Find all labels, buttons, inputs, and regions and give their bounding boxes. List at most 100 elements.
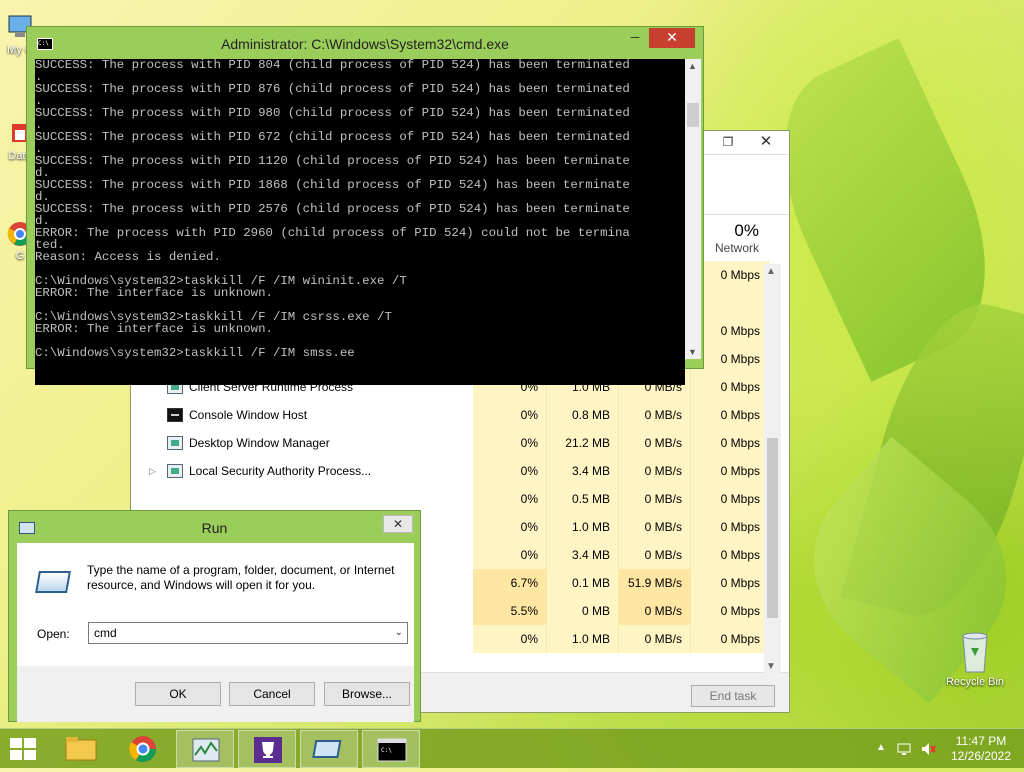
cmd-title: Administrator: C:\Windows\System32\cmd.e…	[221, 36, 509, 52]
process-row[interactable]: 0% 3.4 MB 0 MB/s 0 Mbps ▷ Local Security Auth…	[131, 457, 775, 485]
process-disk-cell: 0 MB/s	[619, 625, 691, 653]
process-cpu-cell: 0%	[473, 401, 547, 429]
clock-time: 11:47 PM	[955, 734, 1007, 748]
process-cpu-cell: 0%	[473, 457, 547, 485]
process-cpu-cell: 5.5%	[473, 597, 547, 625]
taskbar-cmd[interactable]: C:\	[362, 730, 420, 768]
process-cpu-cell: 0%	[473, 429, 547, 457]
process-cpu-cell: 0%	[473, 625, 547, 653]
process-list-scrollbar[interactable]: ▲ ▼	[764, 264, 781, 674]
restore-icon[interactable]: ❐	[713, 131, 743, 155]
process-row[interactable]: 0% 21.2 MB 0 MB/s 0 Mbps Desktop Window Mana…	[131, 429, 775, 457]
chevron-down-icon[interactable]: ⌄	[395, 623, 403, 643]
run-description: Type the name of a program, folder, docu…	[87, 563, 395, 592]
run-program-icon	[35, 571, 71, 593]
process-disk-cell: 0 MB/s	[619, 401, 691, 429]
process-icon	[167, 436, 183, 450]
windows-logo-pane	[24, 738, 36, 748]
scrollbar-thumb[interactable]	[767, 438, 778, 618]
svg-text:C:\: C:\	[381, 747, 392, 754]
run-button-bar: OK Cancel Browse...	[17, 666, 414, 722]
run-icon	[312, 740, 342, 758]
network-icon[interactable]	[896, 741, 912, 757]
process-row[interactable]: 0% 0.8 MB 0 MB/s 0 Mbps Console Window Host	[131, 401, 775, 429]
task-manager-icon	[192, 738, 220, 762]
start-button[interactable]	[10, 738, 38, 762]
process-disk-cell: 0 MB/s	[619, 541, 691, 569]
process-net-cell: 0 Mbps	[691, 625, 769, 653]
process-disk-cell: 0 MB/s	[619, 429, 691, 457]
process-disk-cell: 0 MB/s	[619, 597, 691, 625]
volume-muted-icon[interactable]	[920, 741, 936, 757]
cmd-titlebar[interactable]: C:\ Administrator: C:\Windows\System32\c…	[27, 27, 703, 59]
process-cpu-cell: 6.7%	[473, 569, 547, 597]
taskbar-run[interactable]	[300, 730, 358, 768]
process-net-cell: 0 Mbps	[691, 541, 769, 569]
process-name: Desktop Window Manager	[189, 436, 330, 450]
minimize-icon[interactable]: ─	[621, 28, 649, 48]
cancel-button[interactable]: Cancel	[229, 682, 315, 706]
process-icon	[167, 464, 183, 478]
expand-arrow-icon[interactable]: ▷	[149, 457, 156, 485]
process-name: Local Security Authority Process...	[189, 464, 372, 478]
taskbar-chrome[interactable]	[114, 730, 172, 768]
open-combobox[interactable]: cmd ⌄	[88, 622, 408, 644]
process-net-cell: 0 Mbps	[691, 457, 769, 485]
close-icon[interactable]: ✕	[743, 131, 789, 155]
open-label: Open:	[37, 627, 70, 641]
process-cpu-cell: 0%	[473, 541, 547, 569]
windows-logo-pane	[10, 750, 22, 760]
scroll-up-icon[interactable]: ▲	[688, 61, 697, 71]
process-net-cell: 0 Mbps	[691, 513, 769, 541]
taskbar-file-explorer[interactable]	[52, 730, 110, 768]
process-net-cell: 0 Mbps	[691, 597, 769, 625]
recycle-bin-icon	[962, 632, 988, 673]
scroll-down-icon[interactable]: ▼	[688, 347, 697, 357]
console-output[interactable]: SUCCESS: The process with PID 804 (child…	[35, 59, 685, 385]
ok-button[interactable]: OK	[135, 682, 221, 706]
chrome-icon	[129, 736, 157, 763]
process-disk-cell: 0 MB/s	[619, 513, 691, 541]
browse-button[interactable]: Browse...	[324, 682, 410, 706]
run-dialog[interactable]: Run ✕ Type the name of a program, folder…	[8, 510, 421, 722]
process-net-cell: 0 Mbps	[691, 429, 769, 457]
scrollbar-thumb[interactable]	[687, 103, 699, 127]
process-row[interactable]: 0% 0.5 MB 0 MB/s 0 Mbps	[131, 485, 775, 513]
cmd-window[interactable]: C:\ Administrator: C:\Windows\System32\c…	[26, 26, 704, 385]
folder-icon	[65, 737, 97, 761]
scroll-down-icon[interactable]: ▼	[766, 661, 776, 672]
close-icon[interactable]: ✕	[649, 28, 695, 48]
cmd-icon: C:\	[377, 738, 407, 762]
process-mem-cell: 1.0 MB	[547, 513, 619, 541]
process-mem-cell: 0.1 MB	[547, 569, 619, 597]
process-mem-cell: 1.0 MB	[547, 625, 619, 653]
process-net-cell: 0 Mbps	[691, 485, 769, 513]
windows-logo-pane	[24, 750, 36, 760]
process-net-cell: 0 Mbps	[691, 373, 769, 401]
taskbar-trophy-app[interactable]	[238, 730, 296, 768]
open-input[interactable]: cmd	[94, 626, 117, 640]
process-mem-cell: 0 MB	[547, 597, 619, 625]
show-hidden-icons-icon[interactable]: ▲	[876, 742, 886, 753]
process-mem-cell: 3.4 MB	[547, 457, 619, 485]
process-mem-cell: 0.8 MB	[547, 401, 619, 429]
windows-logo-icon	[10, 738, 22, 748]
clock[interactable]: 11:47 PM 12/26/2022	[946, 729, 1016, 769]
process-disk-cell: 51.9 MB/s	[619, 569, 691, 597]
process-mem-cell: 21.2 MB	[547, 429, 619, 457]
desktop-icon-recycle-bin[interactable]: Recycle Bin	[940, 630, 1010, 688]
scroll-up-icon[interactable]: ▲	[766, 266, 776, 277]
end-task-button[interactable]: End task	[691, 685, 775, 707]
process-cpu-cell: 0%	[473, 513, 547, 541]
taskbar: C:\ ▲ 11:47 PM 12/26/2022	[0, 728, 1024, 768]
clock-date: 12/26/2022	[950, 749, 1012, 763]
process-mem-cell: 3.4 MB	[547, 541, 619, 569]
close-icon[interactable]: ✕	[383, 515, 413, 533]
taskbar-task-manager[interactable]	[176, 730, 234, 768]
console-scrollbar[interactable]: ▲ ▼	[685, 59, 701, 359]
process-net-cell: 0 Mbps	[691, 401, 769, 429]
process-name: Console Window Host	[189, 408, 308, 422]
system-tray: ▲	[870, 729, 942, 769]
process-cpu-cell: 0%	[473, 485, 547, 513]
process-mem-cell: 0.5 MB	[547, 485, 619, 513]
